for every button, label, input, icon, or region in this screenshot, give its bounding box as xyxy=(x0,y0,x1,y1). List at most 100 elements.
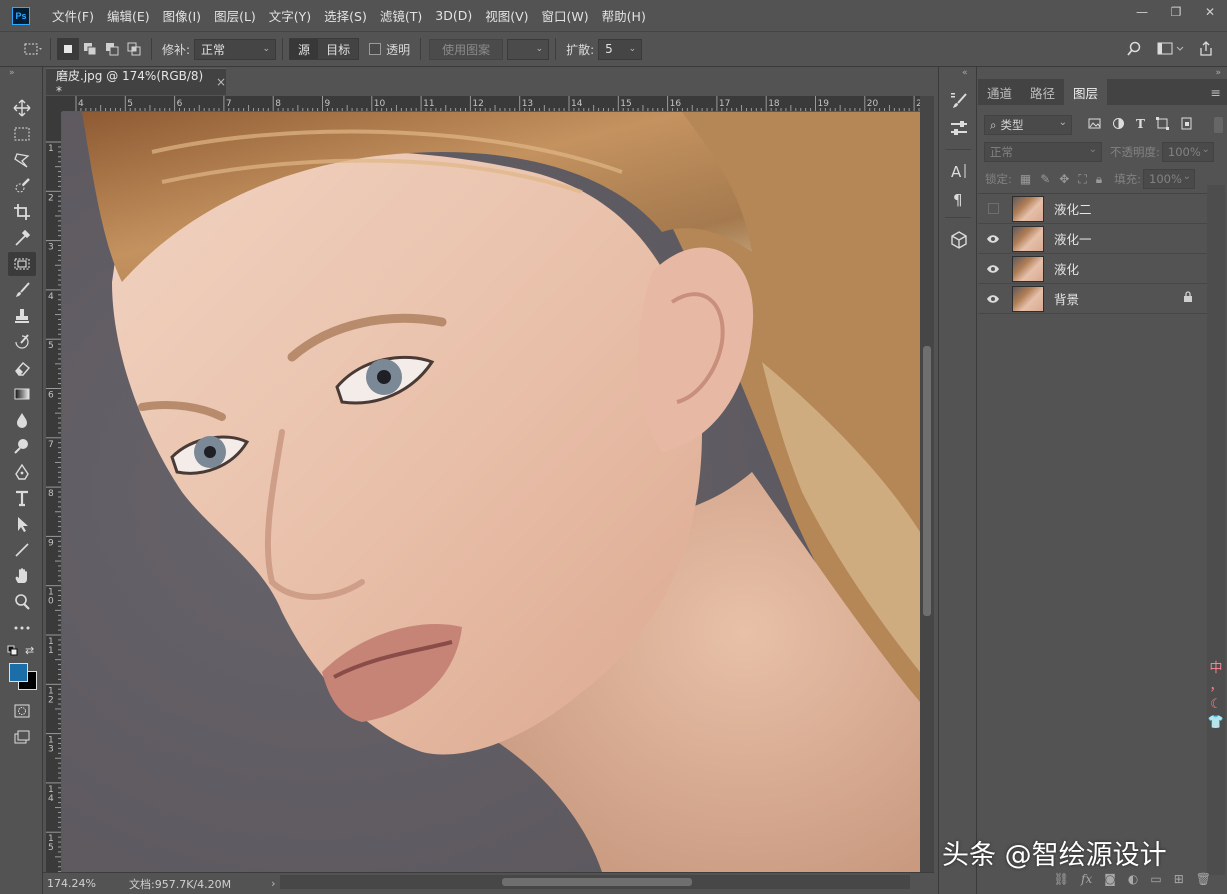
vertical-scrollbar[interactable] xyxy=(920,96,934,872)
restore-button[interactable]: ❐ xyxy=(1159,0,1193,24)
patch-tool-preset-icon[interactable] xyxy=(22,38,44,60)
link-icon[interactable]: ⛓ xyxy=(1054,872,1069,886)
zoom-tool-icon[interactable] xyxy=(8,590,36,614)
dodge-tool-icon[interactable] xyxy=(8,434,36,458)
document-canvas[interactable] xyxy=(62,112,920,872)
layer-name[interactable]: 液化二 xyxy=(1054,199,1092,218)
opacity-input[interactable]: 100% ⌄ xyxy=(1161,142,1214,162)
search-icon[interactable] xyxy=(1123,38,1145,60)
status-menu-chevron-icon[interactable]: › xyxy=(271,877,275,890)
layer-name[interactable]: 液化 xyxy=(1054,259,1079,278)
ime-indicator[interactable]: 中 ， ☾ 👕 xyxy=(1207,660,1225,732)
blend-mode-select[interactable]: 正常 ⌄ xyxy=(984,142,1102,162)
menu-layer[interactable]: 图层(L) xyxy=(210,6,265,25)
close-document-icon[interactable]: × xyxy=(216,75,226,89)
tab-layers[interactable]: 图层 xyxy=(1064,79,1108,105)
share-icon[interactable] xyxy=(1195,38,1217,60)
lock-transparent-icon[interactable]: ▦ xyxy=(1020,172,1031,187)
fx-icon[interactable]: fx xyxy=(1081,872,1092,886)
layer-name[interactable]: 背景 xyxy=(1054,289,1079,308)
collapse-toolbar-icon[interactable]: » xyxy=(9,68,15,78)
menu-file[interactable]: 文件(F) xyxy=(48,6,103,25)
scroll-thumb[interactable] xyxy=(502,878,692,886)
adjustment-icon[interactable]: ◐ xyxy=(1128,872,1138,886)
scroll-thumb[interactable] xyxy=(923,346,931,616)
hand-tool-icon[interactable] xyxy=(8,564,36,588)
layer-row[interactable]: 液化二 xyxy=(978,194,1207,224)
workspace-icon[interactable] xyxy=(1153,38,1187,60)
menu-edit[interactable]: 编辑(E) xyxy=(103,6,159,25)
panel-menu-icon[interactable]: ≡ xyxy=(1202,79,1227,105)
stamp-tool-icon[interactable] xyxy=(8,304,36,328)
mask-icon[interactable]: ◙ xyxy=(1104,872,1116,886)
fill-input[interactable]: 100% ⌄ xyxy=(1143,169,1196,189)
visibility-toggle[interactable] xyxy=(978,203,1008,214)
smart-object-filter-icon[interactable] xyxy=(1180,117,1193,133)
menu-3d[interactable]: 3D(D) xyxy=(431,8,481,23)
layer-name[interactable]: 液化一 xyxy=(1054,229,1092,248)
add-selection-icon[interactable] xyxy=(79,38,101,60)
eyedropper-tool-icon[interactable] xyxy=(8,226,36,250)
transparent-checkbox[interactable] xyxy=(369,43,382,55)
paragraph-icon[interactable]: ¶ xyxy=(947,187,971,211)
vertical-ruler[interactable]: 123456789101112131415 xyxy=(46,112,62,872)
path-selection-tool-icon[interactable] xyxy=(8,512,36,536)
quick-mask-icon[interactable] xyxy=(8,699,36,723)
collapse-dock-icon[interactable]: « xyxy=(962,68,968,78)
group-icon[interactable]: ▭ xyxy=(1150,872,1161,886)
trash-icon[interactable]: 🗑︎ xyxy=(1196,872,1211,886)
menu-type[interactable]: 文字(Y) xyxy=(265,6,320,25)
shape-filter-icon[interactable] xyxy=(1155,117,1169,133)
lock-all-icon[interactable]: 🔒︎ xyxy=(1096,172,1102,187)
tab-paths[interactable]: 路径 xyxy=(1021,79,1064,105)
use-pattern-button[interactable]: 使用图案 xyxy=(429,38,504,60)
menu-image[interactable]: 图像(I) xyxy=(159,6,210,25)
lock-image-icon[interactable]: ✎ xyxy=(1040,172,1050,187)
eye-icon[interactable] xyxy=(978,264,1008,274)
lock-artboard-icon[interactable]: ⛶ xyxy=(1078,172,1086,187)
source-button[interactable]: 源 xyxy=(290,39,319,59)
layer-filter-select[interactable]: ⌕ 类型 ⌄ xyxy=(984,115,1072,135)
pen-tool-icon[interactable] xyxy=(8,460,36,484)
line-tool-icon[interactable] xyxy=(8,538,36,562)
layer-row[interactable]: 液化 xyxy=(978,254,1207,284)
foreground-color-swatch[interactable] xyxy=(9,663,28,682)
horizontal-scrollbar[interactable] xyxy=(280,875,910,889)
swap-colors-icon[interactable]: ⇄ xyxy=(25,644,34,657)
minimize-button[interactable]: — xyxy=(1125,0,1159,24)
eye-icon[interactable] xyxy=(978,234,1008,244)
patch-mode-select[interactable]: 正常 ⌄ xyxy=(194,38,277,60)
adjustment-filter-icon[interactable] xyxy=(1112,117,1125,133)
lock-position-icon[interactable]: ✥ xyxy=(1059,172,1069,187)
menu-help[interactable]: 帮助(H) xyxy=(598,6,655,25)
new-selection-icon[interactable] xyxy=(57,38,79,60)
type-tool-icon[interactable] xyxy=(8,486,36,510)
brush-presets-icon[interactable] xyxy=(947,117,971,141)
close-window-button[interactable]: ✕ xyxy=(1193,0,1227,24)
eye-icon[interactable] xyxy=(978,294,1008,304)
diffusion-select[interactable]: 5 ⌄ xyxy=(598,38,643,60)
move-tool-icon[interactable] xyxy=(8,96,36,120)
pattern-picker[interactable]: ⌄ xyxy=(507,38,550,60)
menu-view[interactable]: 视图(V) xyxy=(481,6,537,25)
more-tools-icon[interactable] xyxy=(8,616,36,640)
menu-window[interactable]: 窗口(W) xyxy=(538,6,598,25)
quick-selection-tool-icon[interactable] xyxy=(8,174,36,198)
layers-scrollbar[interactable] xyxy=(1207,185,1225,875)
history-brush-icon[interactable] xyxy=(8,330,36,354)
type-filter-icon[interactable]: T xyxy=(1136,117,1145,133)
zoom-level[interactable]: 174.24% xyxy=(47,877,117,890)
pixel-filter-icon[interactable] xyxy=(1088,117,1101,133)
menu-filter[interactable]: 滤镜(T) xyxy=(376,6,431,25)
layer-row[interactable]: 液化一 xyxy=(978,224,1207,254)
document-tab[interactable]: 磨皮.jpg @ 174%(RGB/8) * × xyxy=(46,68,226,98)
menu-select[interactable]: 选择(S) xyxy=(320,6,376,25)
3d-cube-icon[interactable] xyxy=(947,228,971,252)
target-button[interactable]: 目标 xyxy=(318,39,359,59)
lasso-tool-icon[interactable] xyxy=(8,148,36,172)
filter-toggle[interactable] xyxy=(1214,117,1223,133)
crop-tool-icon[interactable] xyxy=(8,200,36,224)
horizontal-ruler[interactable]: 45678910111213141516171819202 xyxy=(62,96,920,112)
tab-channels[interactable]: 通道 xyxy=(978,79,1021,105)
brush-settings-icon[interactable] xyxy=(947,89,971,113)
